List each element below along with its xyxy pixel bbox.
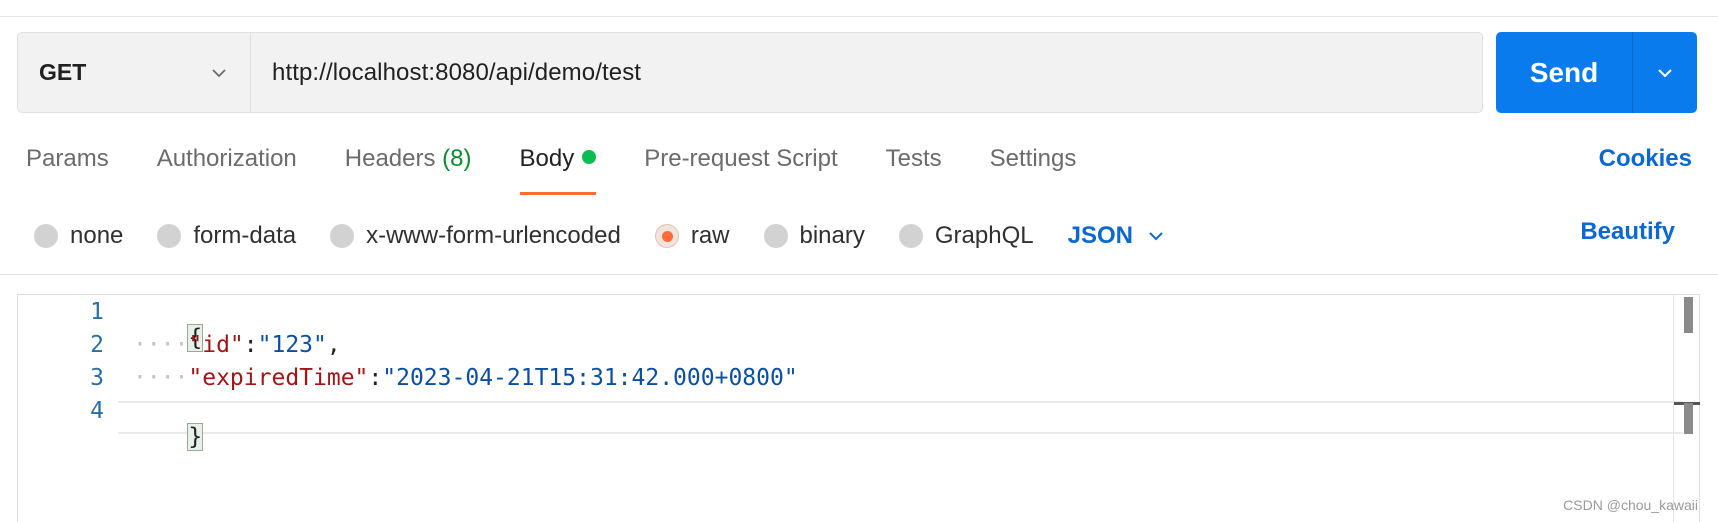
section-divider bbox=[0, 274, 1718, 275]
code-line-4: } bbox=[133, 398, 204, 476]
format-select[interactable]: JSON bbox=[1068, 222, 1165, 250]
send-button-group: Send bbox=[1496, 32, 1697, 113]
tab-label: Settings bbox=[989, 145, 1077, 172]
tab-label: Headers bbox=[344, 145, 436, 172]
body-type-radios: none form-data x-www-form-urlencoded raw… bbox=[34, 218, 1165, 254]
tab-label: Body bbox=[519, 145, 575, 172]
watermark: CSDN @chou_kawaii bbox=[1563, 497, 1698, 513]
method-select[interactable]: GET bbox=[18, 33, 251, 112]
line-number: 2 bbox=[90, 332, 104, 358]
radio-none[interactable]: none bbox=[34, 222, 123, 250]
tab-pre-request-script[interactable]: Pre-request Script bbox=[644, 145, 837, 195]
url-input[interactable]: http://localhost:8080/api/demo/test bbox=[251, 33, 1482, 112]
indent-guide: ···· bbox=[133, 332, 189, 358]
json-comma: , bbox=[326, 332, 341, 358]
json-value: "123" bbox=[257, 332, 327, 358]
json-colon: : bbox=[243, 332, 258, 358]
radio-circle bbox=[898, 224, 923, 248]
tab-params[interactable]: Params bbox=[26, 145, 109, 195]
scrollbar-thumb-lower bbox=[1684, 403, 1693, 434]
json-key: "id" bbox=[188, 332, 244, 358]
code-line-2: ····"id":"123", bbox=[133, 332, 341, 358]
editor-scrollbar[interactable] bbox=[1673, 295, 1700, 522]
current-line-highlight bbox=[118, 401, 1683, 434]
radio-x-www-form-urlencoded[interactable]: x-www-form-urlencoded bbox=[330, 222, 621, 250]
url-text: http://localhost:8080/api/demo/test bbox=[272, 58, 642, 86]
tab-body[interactable]: Body bbox=[519, 145, 597, 195]
line-number: 1 bbox=[90, 299, 104, 325]
code-line-3: ····"expiredTime":"2023-04-21T15:31:42.0… bbox=[133, 365, 798, 391]
chevron-down-icon bbox=[212, 68, 226, 77]
body-indicator-dot bbox=[582, 150, 597, 164]
radio-circle bbox=[34, 224, 58, 248]
tab-label: Tests bbox=[885, 145, 942, 172]
radio-raw[interactable]: raw bbox=[654, 222, 730, 250]
radio-label: binary bbox=[799, 222, 865, 249]
radio-circle bbox=[157, 224, 182, 248]
top-divider bbox=[0, 16, 1718, 17]
json-key: "expiredTime" bbox=[188, 365, 369, 391]
tab-tests[interactable]: Tests bbox=[886, 145, 942, 195]
tab-label: Pre-request Script bbox=[644, 145, 838, 172]
format-label: JSON bbox=[1067, 222, 1133, 249]
radio-label: GraphQL bbox=[934, 222, 1034, 249]
cookies-link[interactable]: Cookies bbox=[1599, 145, 1692, 173]
tab-authorization[interactable]: Authorization bbox=[157, 145, 297, 195]
request-tabs: Params Authorization Headers (8) Body Pr… bbox=[26, 145, 1124, 195]
line-number: 3 bbox=[90, 365, 104, 391]
line-number-gutter: 1 2 3 4 bbox=[18, 295, 118, 522]
request-bar: GET http://localhost:8080/api/demo/test bbox=[17, 32, 1483, 113]
radio-graphql[interactable]: GraphQL bbox=[898, 222, 1034, 250]
headers-count: (8) bbox=[442, 145, 472, 172]
close-brace: } bbox=[187, 423, 204, 451]
json-colon: : bbox=[368, 365, 383, 391]
radio-label: raw bbox=[690, 222, 730, 249]
radio-label: form-data bbox=[193, 222, 297, 249]
tab-settings[interactable]: Settings bbox=[990, 145, 1077, 195]
radio-circle bbox=[763, 224, 788, 248]
send-button[interactable]: Send bbox=[1496, 32, 1633, 113]
chevron-down-icon bbox=[1149, 232, 1163, 241]
json-value: "2023-04-21T15:31:42.000+0800" bbox=[382, 365, 798, 391]
send-options-button[interactable] bbox=[1633, 32, 1697, 113]
tab-label: Params bbox=[26, 145, 109, 172]
chevron-down-icon bbox=[1658, 68, 1672, 77]
radio-form-data[interactable]: form-data bbox=[157, 222, 296, 250]
radio-label: none bbox=[70, 222, 124, 249]
send-label: Send bbox=[1529, 56, 1599, 88]
radio-binary[interactable]: binary bbox=[763, 222, 865, 250]
tab-headers[interactable]: Headers (8) bbox=[345, 145, 472, 195]
line-number: 4 bbox=[90, 398, 104, 424]
indent-guide: ···· bbox=[133, 365, 189, 391]
radio-label: x-www-form-urlencoded bbox=[366, 222, 621, 249]
radio-circle-selected bbox=[654, 224, 679, 248]
radio-circle bbox=[330, 224, 355, 248]
method-label: GET bbox=[39, 59, 87, 85]
code-editor[interactable]: 1 2 3 4 { ····"id":"123", ····"expiredTi… bbox=[17, 294, 1700, 522]
tab-label: Authorization bbox=[156, 145, 297, 172]
beautify-link[interactable]: Beautify bbox=[1580, 218, 1675, 246]
scrollbar-thumb[interactable] bbox=[1684, 297, 1693, 333]
